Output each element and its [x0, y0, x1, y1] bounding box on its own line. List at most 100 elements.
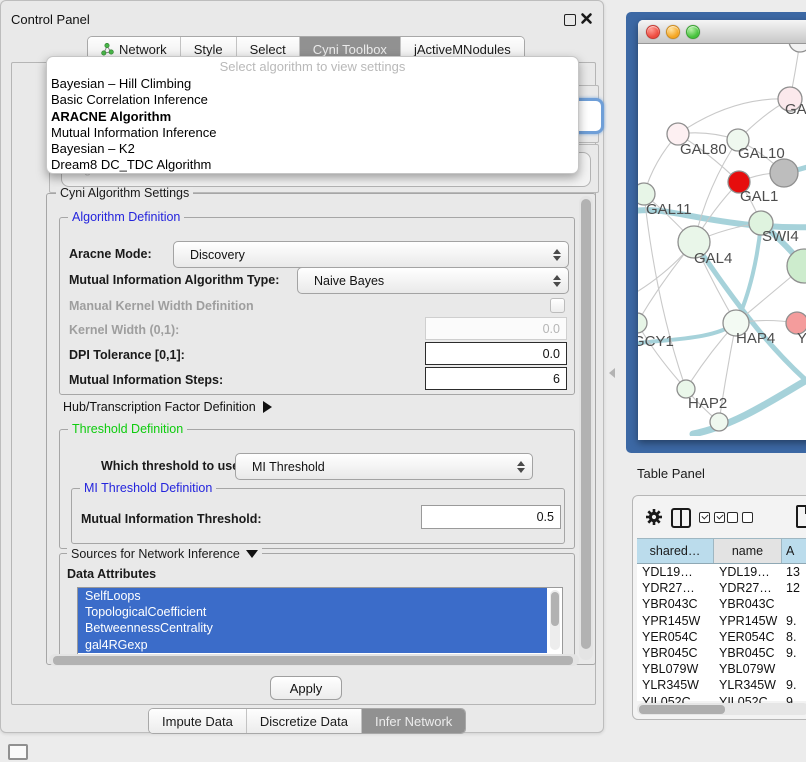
table-row[interactable]: YLR345WYLR345W9.: [637, 677, 806, 693]
node-unlabeled[interactable]: [710, 413, 728, 431]
combo-stepper-icon: [548, 249, 566, 261]
network-view-window: GAL GAL80 GAL10 GAL1 GAL11 SWI4 GAL4 GCY…: [638, 20, 806, 440]
node-label-hap2: HAP2: [688, 395, 727, 412]
table-row[interactable]: YBR045CYBR045C9.: [637, 645, 806, 661]
dpi-tolerance-input[interactable]: 0.0: [425, 342, 567, 365]
node-table: shared… name A YDL19…YDL19…13 YDR27…YDR2…: [637, 538, 806, 701]
node-gcy1[interactable]: [638, 313, 647, 333]
node-label-gal80: GAL80: [680, 141, 727, 158]
tab-network-label: Network: [119, 42, 167, 57]
kernel-width-label: Kernel Width (0,1):: [69, 323, 179, 337]
export-table-icon[interactable]: [796, 505, 806, 528]
minimized-panel-icon[interactable]: [8, 744, 28, 760]
node-label-swi4: SWI4: [762, 228, 799, 245]
settings-vertical-scrollbar[interactable]: [579, 196, 593, 660]
network-window-titlebar[interactable]: [638, 20, 806, 44]
algorithm-option[interactable]: Basic Correlation Inference: [47, 92, 578, 108]
which-threshold-combobox[interactable]: MI Threshold: [235, 453, 533, 480]
scrollbar-thumb[interactable]: [53, 656, 573, 665]
table-horizontal-scrollbar[interactable]: [637, 703, 806, 715]
hub-section-label: Hub/Transcription Factor Definition: [63, 400, 256, 414]
close-icon[interactable]: [580, 12, 593, 25]
algorithm-option[interactable]: Bayesian – Hill Climbing: [47, 76, 578, 92]
kernel-width-input[interactable]: 0.0: [425, 317, 567, 340]
desktop: Control Panel Network Style Select Cyni …: [0, 0, 806, 762]
algorithm-option-selected[interactable]: ARACNE Algorithm: [47, 109, 578, 125]
node-label-gal11: GAL11: [646, 201, 692, 218]
float-window-icon[interactable]: [564, 14, 576, 26]
algorithm-option[interactable]: Mutual Information Inference: [47, 125, 578, 141]
mi-threshold-label: Mutual Information Threshold:: [81, 512, 262, 526]
table-row[interactable]: YPR145WYPR145W9.: [637, 613, 806, 629]
threshold-definition-title: Threshold Definition: [68, 423, 187, 436]
attribute-item-selected[interactable]: BetweennessCentrality: [78, 620, 547, 636]
table-header-row: shared… name A: [637, 539, 806, 564]
data-attributes-label: Data Attributes: [67, 567, 156, 581]
table-panel-title: Table Panel: [637, 466, 705, 481]
network-icon: [101, 43, 114, 56]
combo-stepper-icon: [548, 275, 566, 287]
attribute-item-selected[interactable]: TopologicalCoefficient: [78, 604, 547, 620]
column-header-name[interactable]: name: [714, 539, 782, 563]
settings-horizontal-scrollbar[interactable]: [49, 654, 579, 666]
algorithm-option[interactable]: Bayesian – K2: [47, 141, 578, 157]
table-row[interactable]: YBL079WYBL079W: [637, 661, 806, 677]
tab-infer-network[interactable]: Infer Network: [361, 709, 465, 733]
gear-icon[interactable]: [645, 508, 663, 526]
dpi-tolerance-label: DPI Tolerance [0,1]:: [69, 348, 185, 362]
manual-kernel-width-label: Manual Kernel Width Definition: [69, 299, 254, 313]
collapsed-arrow-icon: [263, 401, 272, 413]
which-threshold-label: Which threshold to use:: [101, 459, 243, 473]
deselect-all-checkboxes-icon[interactable]: [727, 512, 753, 523]
mi-threshold-input[interactable]: 0.5: [421, 505, 561, 529]
tab-impute-data[interactable]: Impute Data: [149, 709, 246, 733]
table-row[interactable]: YDR27…YDR27…12: [637, 580, 806, 596]
network-desktop-background: GAL GAL80 GAL10 GAL1 GAL11 SWI4 GAL4 GCY…: [626, 12, 806, 453]
apply-button[interactable]: Apply: [270, 676, 342, 700]
table-row[interactable]: YER054CYER054C8.: [637, 629, 806, 645]
network-canvas[interactable]: GAL GAL80 GAL10 GAL1 GAL11 SWI4 GAL4 GCY…: [638, 44, 806, 436]
table-row[interactable]: YBR043CYBR043C: [637, 596, 806, 612]
expanded-arrow-icon: [246, 550, 258, 558]
combo-stepper-icon: [512, 461, 530, 473]
columns-icon[interactable]: [671, 508, 691, 528]
column-header-partial[interactable]: A: [782, 539, 806, 563]
column-header-shared-name[interactable]: shared…: [637, 539, 714, 563]
mi-algorithm-type-combobox[interactable]: Naive Bayes: [297, 267, 569, 294]
scrollbar-thumb[interactable]: [581, 199, 591, 649]
minimize-traffic-light-icon[interactable]: [666, 25, 680, 39]
node-label-gal1: GAL1: [740, 188, 778, 205]
sources-title: Sources for Network Inference: [71, 547, 240, 561]
attribute-item-selected[interactable]: SelfLoops: [78, 588, 547, 604]
node-label-y-partial: Y: [797, 330, 806, 347]
node-gray[interactable]: [770, 159, 798, 187]
mi-steps-input[interactable]: 6: [425, 367, 567, 390]
table-panel: shared… name A YDL19…YDL19…13 YDR27…YDR2…: [632, 495, 806, 720]
algorithm-dropdown-popup: Select algorithm to view settings Bayesi…: [46, 56, 579, 174]
sources-section-header[interactable]: Sources for Network Inference: [67, 547, 262, 561]
node-label-gal10: GAL10: [738, 145, 785, 162]
aracne-mode-combobox[interactable]: Discovery: [173, 241, 569, 268]
scrollbar-thumb[interactable]: [639, 705, 725, 714]
node-labels: GAL GAL80 GAL10 GAL1 GAL11 SWI4 GAL4 GCY…: [638, 101, 806, 412]
node-unlabeled[interactable]: [789, 44, 806, 52]
tab-discretize-data[interactable]: Discretize Data: [246, 709, 361, 733]
algorithm-option[interactable]: Dream8 DC_TDC Algorithm: [47, 157, 578, 173]
hub-transcription-factor-section[interactable]: Hub/Transcription Factor Definition: [63, 400, 272, 414]
zoom-traffic-light-icon[interactable]: [686, 25, 700, 39]
control-panel-title: Control Panel: [11, 12, 90, 27]
bottom-tab-bar: Impute Data Discretize Data Infer Networ…: [148, 708, 466, 734]
select-all-checkboxes-icon[interactable]: [699, 512, 725, 523]
table-row[interactable]: YDL19…YDL19…13: [637, 564, 806, 580]
attribute-item-selected[interactable]: gal4RGexp: [78, 637, 547, 653]
scrollbar-thumb[interactable]: [551, 592, 559, 626]
mi-algorithm-type-label: Mutual Information Algorithm Type:: [69, 273, 279, 287]
close-traffic-light-icon[interactable]: [646, 25, 660, 39]
algorithm-definition-title: Algorithm Definition: [68, 211, 184, 224]
panel-splitter-icon[interactable]: [609, 368, 615, 378]
list-vertical-scrollbar[interactable]: [550, 590, 560, 650]
manual-kernel-width-checkbox[interactable]: [550, 298, 565, 313]
cyni-algorithm-settings-title: Cyni Algorithm Settings: [56, 187, 193, 200]
node-label-gal-partial: GAL: [785, 101, 806, 118]
algorithm-popup-placeholder: Select algorithm to view settings: [47, 59, 578, 76]
